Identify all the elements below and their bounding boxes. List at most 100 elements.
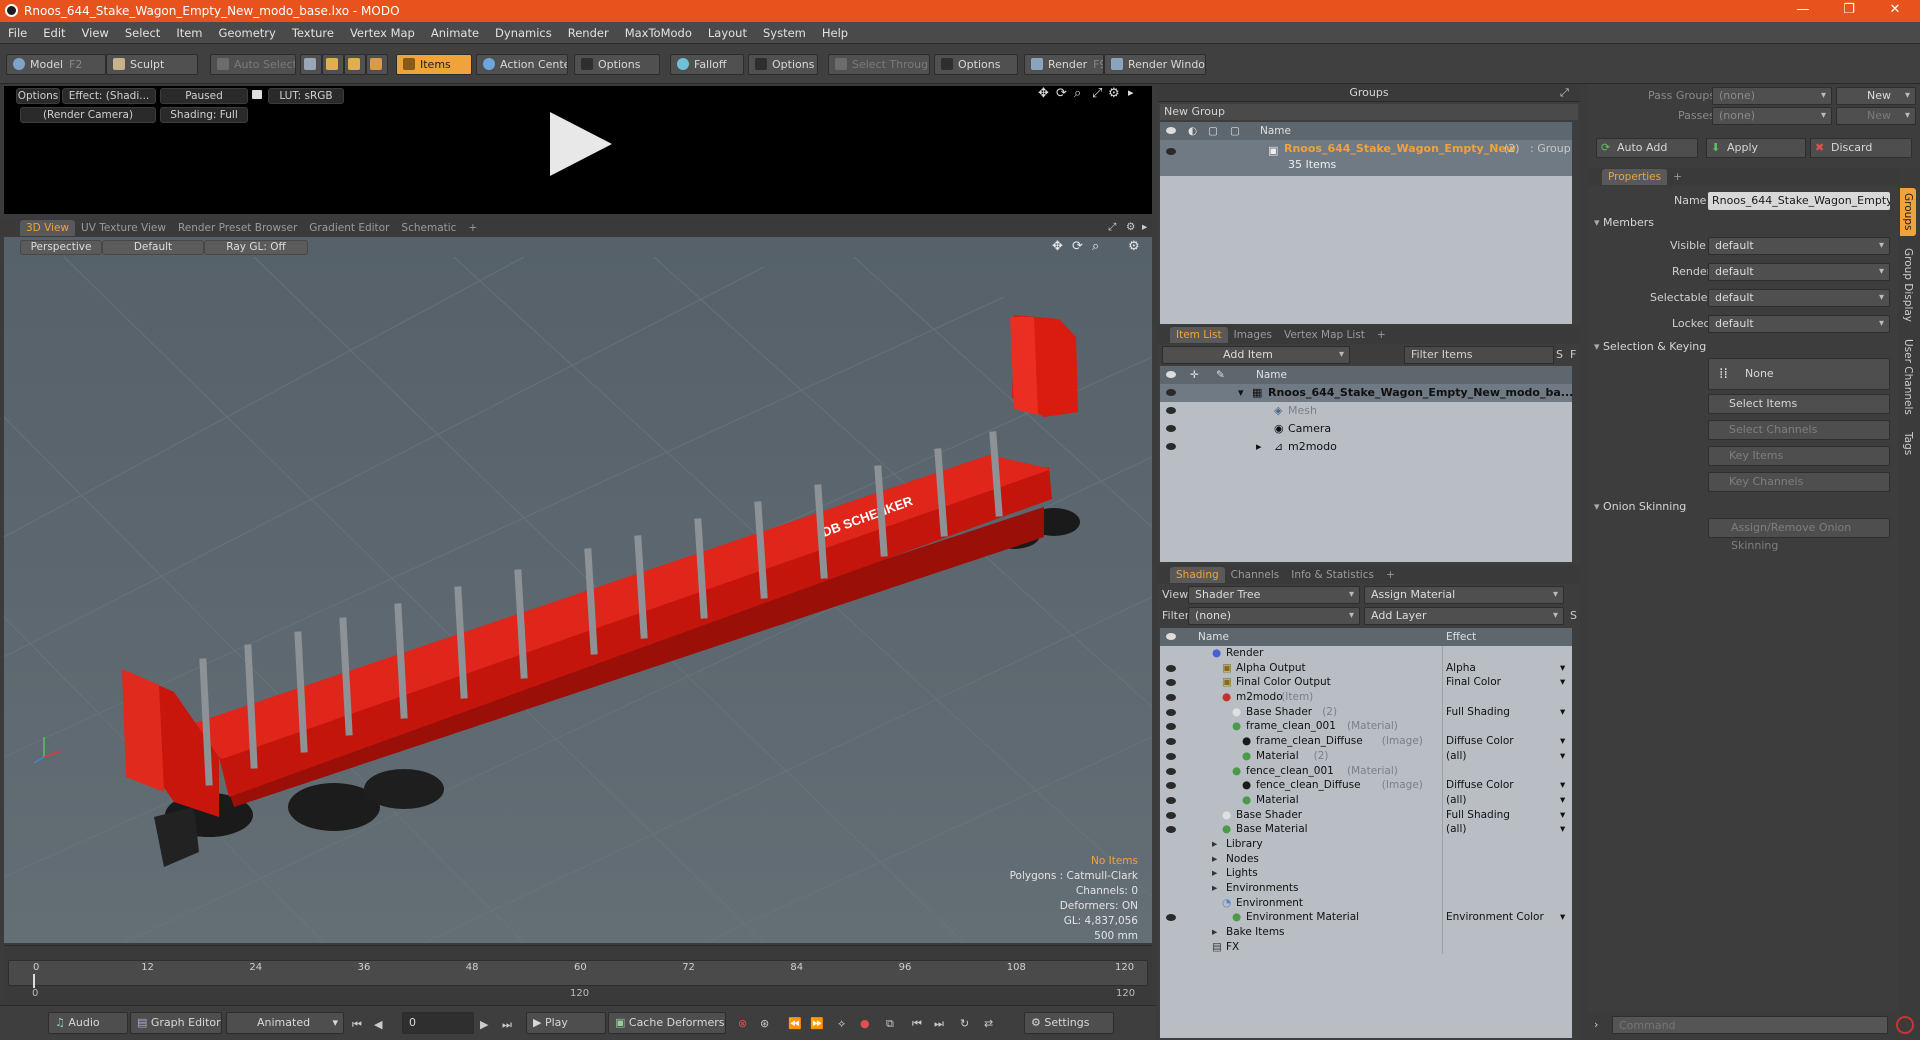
loop-icon[interactable]: ↻	[960, 1017, 969, 1030]
eye-icon[interactable]	[1166, 708, 1176, 716]
restore-icon[interactable]: ❐	[1826, 0, 1872, 22]
assign-onion-button[interactable]: Assign/Remove Onion Skinning	[1708, 518, 1890, 552]
menu-geometry[interactable]: Geometry	[211, 26, 284, 40]
shader-layer-effect[interactable]: Full Shading	[1446, 705, 1510, 720]
preview-camera-dropdown[interactable]: (Render Camera)	[20, 107, 156, 123]
shader-layer-effect[interactable]: Environment Color	[1446, 910, 1544, 925]
tab-properties[interactable]: Properties	[1602, 169, 1668, 185]
shader-tree-row[interactable]: ▸ Nodes	[1160, 851, 1572, 867]
tab-schematic[interactable]: Schematic	[395, 220, 462, 236]
add-item-dropdown[interactable]: Add Item	[1162, 346, 1350, 364]
prev-key-icon[interactable]: ⏪	[788, 1017, 802, 1030]
chevron-down-icon[interactable]: ▾	[1560, 808, 1565, 823]
f-button[interactable]: F	[1570, 348, 1576, 361]
menu-edit[interactable]: Edit	[35, 26, 73, 40]
chevron-down-icon[interactable]: ▾	[1560, 749, 1565, 764]
eye-icon[interactable]	[1166, 389, 1176, 396]
list-item[interactable]: ▸ ⊿ m2modo	[1160, 438, 1572, 456]
discard-button[interactable]: ✖ Discard	[1810, 138, 1912, 158]
preview-effect-dropdown[interactable]: Effect: (Shadi...	[62, 88, 156, 104]
side-tab-tags[interactable]: Tags	[1900, 428, 1916, 460]
menu-dynamics[interactable]: Dynamics	[487, 26, 560, 40]
visible-dropdown[interactable]: default	[1708, 237, 1890, 255]
shader-tree-row[interactable]: ● Environment Material Environment Color ▾	[1160, 910, 1572, 926]
shader-layer-effect[interactable]: (all)	[1446, 822, 1466, 837]
locked-dropdown[interactable]: default	[1708, 315, 1890, 333]
selectable-dropdown[interactable]: default	[1708, 289, 1890, 307]
materials-mode-button[interactable]	[366, 54, 388, 75]
arrow-right-icon[interactable]: ▸	[1142, 219, 1147, 235]
next-frame-icon[interactable]: ▶	[480, 1018, 488, 1031]
shader-tree-row[interactable]: ● Material (2) (all) ▾	[1160, 748, 1572, 764]
close-icon[interactable]: ✕	[1872, 0, 1918, 22]
command-input[interactable]	[1612, 1016, 1888, 1034]
next-key-icon[interactable]: ⏩	[810, 1017, 824, 1030]
shader-layer-effect[interactable]: Diffuse Color	[1446, 778, 1514, 793]
edges-mode-button[interactable]	[322, 54, 344, 75]
shader-layer-effect[interactable]: Diffuse Color	[1446, 734, 1514, 749]
sculpt-mode-button[interactable]: Sculpt	[106, 54, 198, 75]
shader-tree-row[interactable]: ● Base Shader Full Shading ▾	[1160, 807, 1572, 823]
shader-tree-row[interactable]: ▤ FX	[1160, 939, 1572, 955]
record-icon[interactable]: ⊗	[738, 1017, 747, 1030]
items-mode-button[interactable]: Items	[396, 54, 472, 75]
menu-help[interactable]: Help	[814, 26, 856, 40]
select-items-button[interactable]: Select Items	[1708, 394, 1890, 414]
eye-icon[interactable]	[1166, 443, 1176, 450]
eye-icon[interactable]	[1166, 664, 1176, 672]
shader-tree-row[interactable]: ● fence_clean_001 (Material)	[1160, 763, 1572, 779]
tab-render-preset-browser[interactable]: Render Preset Browser	[172, 220, 303, 236]
eye-icon[interactable]	[1166, 811, 1176, 819]
falloff-button[interactable]: Falloff	[670, 54, 744, 75]
chevron-down-icon[interactable]: ▾	[1560, 778, 1565, 793]
maximize-icon[interactable]: ⤢	[1092, 86, 1102, 101]
tab-info-statistics[interactable]: Info & Statistics	[1285, 567, 1380, 583]
gear-icon[interactable]: ⚙	[1108, 86, 1120, 101]
menu-layout[interactable]: Layout	[700, 26, 755, 40]
timeline[interactable]: 0 12 24 36 48 60 72 84 96 108 120 0 120 120	[4, 945, 1152, 1003]
shader-tree-row[interactable]: ▣ Final Color Output Final Color ▾	[1160, 675, 1572, 691]
list-item[interactable]: ▾ ▦ Rnoos_644_Stake_Wagon_Empty_New_modo_b…	[1160, 384, 1573, 402]
shader-layer-effect[interactable]: (all)	[1446, 793, 1466, 808]
tab-images[interactable]: Images	[1228, 327, 1278, 343]
menu-render[interactable]: Render	[560, 26, 617, 40]
shader-tree[interactable]: Name Effect ● Render ▣ Alpha Output Alpha ▾ ▣ F…	[1160, 628, 1572, 1038]
shader-tree-row[interactable]: ▸ Environments	[1160, 881, 1572, 896]
first-frame-icon[interactable]: ⏮	[352, 1018, 362, 1032]
shader-tree-row[interactable]: ● Material (all) ▾	[1160, 792, 1572, 808]
groups-list[interactable]: ◐ ▢ ▢ Name ▣ Rnoos_644_Stake_Wagon_Empty…	[1160, 122, 1572, 324]
select-through-button[interactable]: Select Through	[828, 54, 930, 75]
menu-system[interactable]: System	[755, 26, 814, 40]
menu-texture[interactable]: Texture	[284, 26, 342, 40]
tab-shading[interactable]: Shading	[1170, 567, 1225, 583]
shader-tree-row[interactable]: ● fence_clean_Diffuse (Image) Diffuse Color…	[1160, 778, 1572, 793]
preview-options-button[interactable]: Options	[16, 88, 60, 104]
side-tab-groups[interactable]: Groups	[1900, 188, 1916, 236]
chevron-down-icon[interactable]: ▾	[1560, 661, 1565, 676]
shader-layer-effect[interactable]: (all)	[1446, 749, 1466, 764]
select-none-button[interactable]: ⁞⁞ None	[1708, 358, 1890, 390]
expand-icon[interactable]: ›	[1594, 1018, 1598, 1031]
s-button[interactable]: S	[1570, 609, 1577, 622]
gear-icon[interactable]: ⚙	[1126, 219, 1135, 235]
chevron-down-icon[interactable]: ▾	[1560, 734, 1565, 749]
new-group-button[interactable]: New Group	[1160, 104, 1578, 120]
shader-tree-row[interactable]: ◔ Environment	[1160, 895, 1572, 911]
render-preview[interactable]: Options Effect: (Shadi... Paused LUT: sR…	[4, 86, 1152, 214]
graph-editor-button[interactable]: ▤ Graph Editor	[130, 1012, 222, 1034]
auto-add-button[interactable]: ⟳ Auto Add	[1596, 138, 1698, 158]
maximize-icon[interactable]: ⤢	[1108, 219, 1116, 235]
assign-material-dropdown[interactable]: Assign Material	[1364, 586, 1564, 604]
add-tab-button[interactable]: +	[1380, 567, 1401, 583]
chevron-down-icon[interactable]: ▾	[1560, 822, 1565, 837]
expand-icon[interactable]: ▸	[1256, 438, 1262, 456]
vertices-mode-button[interactable]	[300, 54, 322, 75]
side-tab-user-channels[interactable]: User Channels	[1900, 334, 1916, 420]
members-section[interactable]: Members	[1594, 216, 1654, 229]
add-tab-button[interactable]: +	[462, 220, 483, 236]
shader-tree-row[interactable]: ● frame_clean_Diffuse (Image) Diffuse Color…	[1160, 734, 1572, 749]
shader-tree-row[interactable]: ● frame_clean_001 (Material)	[1160, 719, 1572, 735]
expand-icon[interactable]: ▾	[1238, 384, 1244, 402]
shader-tree-row[interactable]: ● Base Material (all) ▾	[1160, 822, 1572, 837]
move-view-icon[interactable]: ✥	[1038, 86, 1049, 101]
